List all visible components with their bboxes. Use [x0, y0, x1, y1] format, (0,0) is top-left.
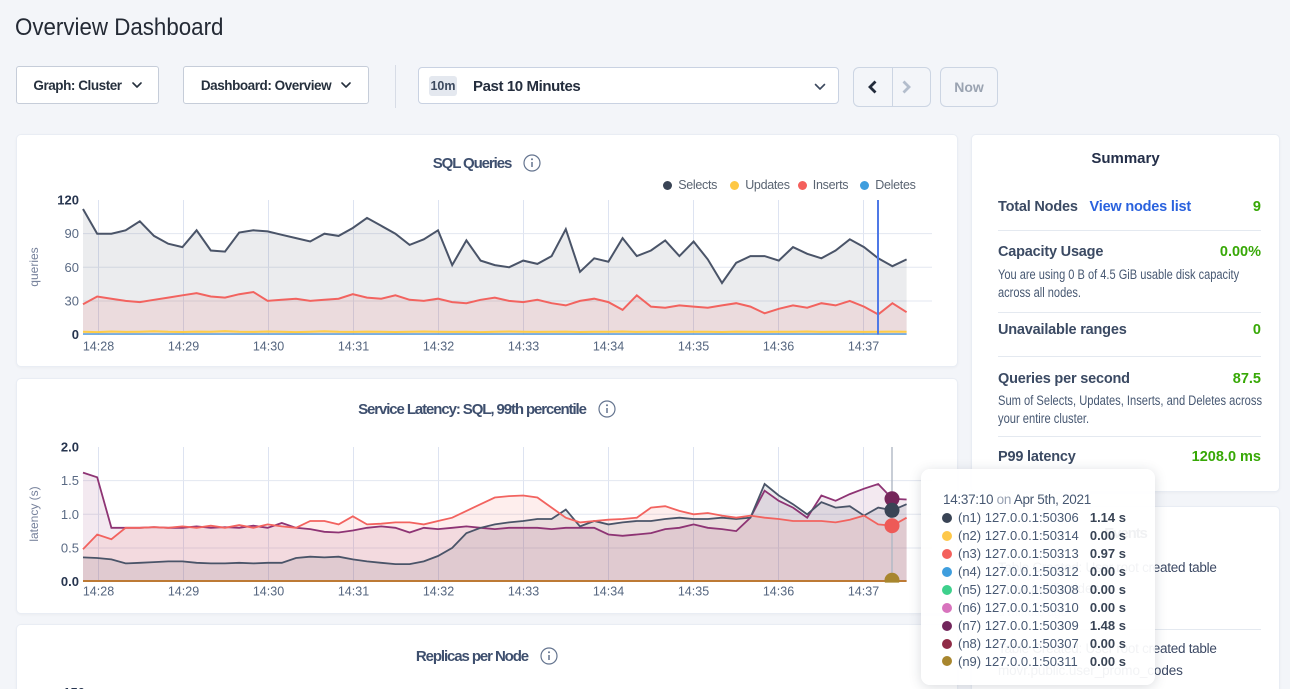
- svg-text:90: 90: [65, 226, 79, 241]
- svg-text:14:33: 14:33: [508, 340, 539, 354]
- svg-text:0.5: 0.5: [61, 540, 79, 555]
- svg-text:14:29: 14:29: [168, 585, 199, 599]
- svg-text:14:35: 14:35: [678, 340, 709, 354]
- svg-text:14:30: 14:30: [253, 340, 284, 354]
- svg-text:30: 30: [65, 293, 79, 308]
- svg-text:60: 60: [65, 260, 79, 275]
- svg-text:120: 120: [57, 193, 79, 208]
- svg-text:14:34: 14:34: [593, 340, 624, 354]
- svg-text:14:29: 14:29: [168, 340, 199, 354]
- svg-text:1.5: 1.5: [61, 473, 79, 488]
- svg-text:14:32: 14:32: [423, 585, 454, 599]
- svg-text:1.0: 1.0: [61, 507, 79, 522]
- svg-text:14:36: 14:36: [763, 340, 794, 354]
- svg-text:14:36: 14:36: [763, 585, 794, 599]
- svg-text:14:37: 14:37: [848, 340, 879, 354]
- svg-text:14:33: 14:33: [508, 585, 539, 599]
- svg-text:14:34: 14:34: [593, 585, 624, 599]
- svg-text:14:30: 14:30: [253, 585, 284, 599]
- svg-text:14:35: 14:35: [678, 585, 709, 599]
- svg-text:14:31: 14:31: [338, 585, 369, 599]
- svg-text:0: 0: [72, 327, 79, 342]
- svg-text:14:37: 14:37: [848, 585, 879, 599]
- svg-text:14:28: 14:28: [83, 585, 114, 599]
- svg-text:14:28: 14:28: [83, 340, 114, 354]
- svg-text:latency (s): latency (s): [27, 486, 41, 541]
- svg-text:2.0: 2.0: [61, 440, 79, 455]
- svg-text:queries: queries: [27, 247, 41, 286]
- svg-text:0.0: 0.0: [61, 574, 79, 589]
- svg-text:14:32: 14:32: [423, 340, 454, 354]
- svg-text:14:31: 14:31: [338, 340, 369, 354]
